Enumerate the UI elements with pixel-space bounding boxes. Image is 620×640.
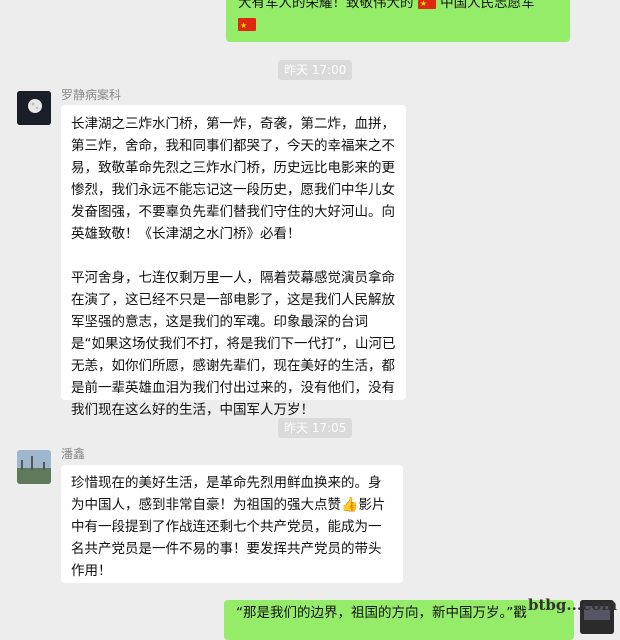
outgoing-message-bubble-1[interactable]: 大有军人的荣耀！致敬伟大的 中国人民志愿军	[226, 0, 570, 42]
thumbs-up-icon: 👍	[341, 497, 359, 513]
sender-name: 罗静病案科	[61, 88, 122, 102]
message-text: 珍惜现在的美好生活，是革命先烈用鲜血换来的。身为中国人，感到非常自豪！为祖国的强…	[71, 475, 382, 513]
watermark: btbg...com	[528, 596, 618, 614]
outgoing-message-bubble-2[interactable]: “那是我们的边界，祖国的方向，新中国万岁。”戳	[224, 600, 574, 640]
message-paragraph: 平河舍身，七连仅剩万里一人，隔着荧幕感觉演员拿命在演了，这已经不只是一部电影了，…	[71, 270, 396, 418]
message-text: “那是我们的边界，祖国的方向，新中国万岁。”戳	[236, 605, 527, 621]
china-flag-icon	[417, 0, 436, 14]
incoming-message-bubble[interactable]: 长津湖之三炸水门桥，第一炸，奇袭，第二炸，血拼，第三炸，舍命，我和同事们都哭了，…	[61, 105, 406, 418]
avatar[interactable]	[17, 450, 51, 484]
incoming-message-bubble[interactable]: 珍惜现在的美好生活，是革命先烈用鲜血换来的。身为中国人，感到非常自豪！为祖国的强…	[61, 465, 403, 583]
timestamp: 昨天 17:00	[278, 60, 353, 80]
message-text-2: 中国人民志愿军	[440, 0, 535, 11]
moon-avatar-icon	[17, 91, 51, 125]
avatar[interactable]	[17, 91, 51, 125]
landscape-avatar-icon	[17, 450, 51, 484]
sender-name: 潘鑫	[61, 447, 86, 461]
china-flag-icon	[238, 15, 256, 37]
timestamp: 昨天 17:05	[278, 418, 353, 438]
message-text: 大有军人的荣耀！致敬伟大的	[238, 0, 414, 11]
message-paragraph: 长津湖之三炸水门桥，第一炸，奇袭，第二炸，血拼，第三炸，舍命，我和同事们都哭了，…	[71, 116, 395, 242]
